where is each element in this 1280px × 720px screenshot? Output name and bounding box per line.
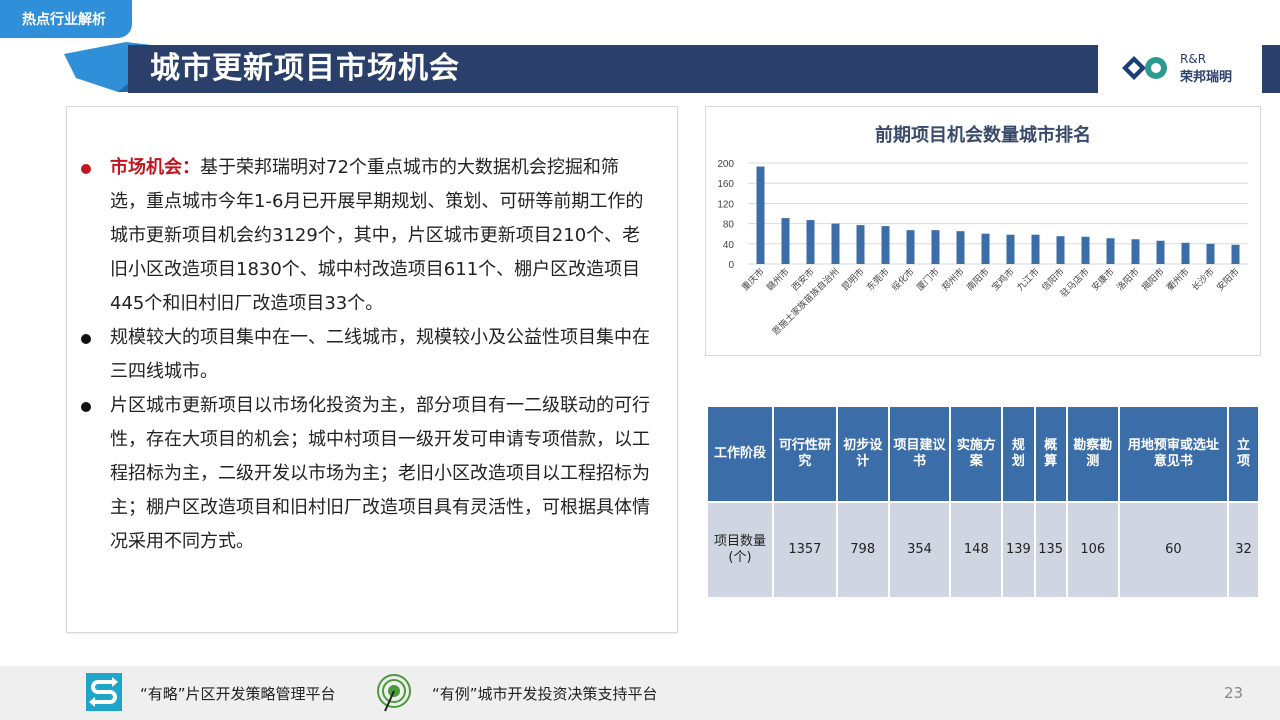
x-tick-label: 衢州市: [1164, 266, 1191, 293]
bullet-text: 规模较大的项目集中在一、二线城市，规模较小及公益性项目集中在三四线城市。: [110, 327, 650, 382]
bar-chart: 04080120160200重庆市赣州市西安市恩施土家族苗族自治州昆明市东莞市绥…: [717, 159, 1248, 337]
x-tick-label: 绥化市: [889, 266, 916, 293]
table-header-cell: 立项: [1229, 407, 1258, 501]
logo-text-cn: 荣邦瑞明: [1180, 70, 1233, 85]
table-header-cell: 规划: [1003, 407, 1034, 501]
bullet-list: 市场机会：基于荣邦瑞明对72个重点城市的大数据机会挖掘和筛选，重点城市今年1-6…: [81, 151, 651, 559]
bullet-scale-distribution: 规模较大的项目集中在一、二线城市，规模较小及公益性项目集中在三四线城市。: [81, 321, 651, 389]
table-header-cell: 可行性研究: [774, 407, 836, 501]
chart-bar: [956, 231, 965, 264]
x-tick-label: 赣州市: [764, 266, 791, 293]
youlue-platform-logo-icon: [86, 673, 122, 711]
x-tick-label: 昆明市: [839, 266, 866, 293]
page-title: 城市更新项目市场机会: [150, 51, 460, 86]
table-cell: 354: [889, 503, 950, 597]
table-cell: 60: [1119, 503, 1228, 597]
chart-bar: [1131, 239, 1140, 264]
chart-bar: [756, 166, 765, 264]
x-tick-label: 九江市: [1014, 266, 1041, 293]
bullet-market-opportunity: 市场机会：基于荣邦瑞明对72个重点城市的大数据机会挖掘和筛选，重点城市今年1-6…: [81, 151, 651, 321]
x-tick-label: 安康市: [1089, 266, 1116, 293]
chart-bar: [1056, 236, 1065, 264]
chart-bar: [1206, 243, 1215, 264]
section-tag: 热点行业解析: [0, 0, 132, 38]
table-cell: 148: [951, 503, 1002, 597]
chart-bar: [881, 226, 890, 264]
chart-bar: [981, 233, 990, 264]
chart-bar: [806, 220, 815, 264]
x-tick-label: 洛阳市: [1114, 266, 1141, 293]
slide: 热点行业解析 城市更新项目市场机会 R&R 荣邦瑞明 市场机会：基于荣邦瑞明对7…: [0, 0, 1280, 720]
bullet-dot-icon: [81, 334, 91, 344]
footer-platform-2: “有例”城市开发投资决策支持平台: [432, 685, 658, 703]
table-row-label-count: 项目数量(个): [708, 503, 772, 597]
table-header-row: 工作阶段 可行性研究 初步设计 项目建议书 实施方案 规划 概算 勘察勘测 用地预审或选址意见…: [708, 407, 1258, 501]
bullet-dot-icon: [81, 402, 91, 412]
project-stage-table: 工作阶段 可行性研究 初步设计 项目建议书 实施方案 规划 概算 勘察勘测 用地预审或选址意见…: [706, 405, 1260, 599]
bullet-investment-modes: 片区城市更新项目以市场化投资为主，部分项目有一二级联动的可行性，存在大项目的机会…: [81, 389, 651, 559]
logo-text-en: R&R: [1180, 52, 1207, 66]
chart-bar: [1006, 234, 1015, 264]
table-row: 项目数量(个) 1357 798 354 148 139 135 106 60 32: [708, 503, 1258, 597]
chart-bar: [856, 225, 865, 264]
y-tick-label: 200: [717, 159, 734, 170]
table-header-cell: 项目建议书: [889, 407, 950, 501]
y-tick-label: 80: [723, 220, 735, 231]
x-tick-label: 安阳市: [1214, 266, 1241, 293]
table-cell: 798: [837, 503, 888, 597]
bullet-dot-icon: [81, 164, 91, 174]
chart-bar: [906, 230, 915, 264]
table-cell: 106: [1067, 503, 1118, 597]
footer-platform-1: “有略”片区开发策略管理平台: [140, 685, 336, 703]
x-tick-label: 南阳市: [964, 266, 991, 293]
table-cell: 135: [1035, 503, 1066, 597]
x-tick-label: 郑州市: [939, 266, 966, 293]
y-tick-label: 120: [717, 199, 734, 210]
title-bar-end: [1262, 45, 1280, 93]
chart-panel: 前期项目机会数量城市排名 0 40 80 120 160 200 重庆市 赣州市 西安市 恩施土家…: [705, 106, 1261, 356]
chart-bar: [1081, 236, 1090, 264]
table-header-cell: 实施方案: [951, 407, 1002, 501]
y-tick-label: 40: [723, 240, 735, 251]
youli-platform-logo-icon: [377, 674, 411, 712]
x-tick-label: 揭阳市: [1139, 266, 1166, 293]
y-tick-label: 0: [728, 260, 734, 271]
chart-bar: [931, 230, 940, 264]
x-tick-label: 重庆市: [739, 266, 766, 293]
bullet-text: 基于荣邦瑞明对72个重点城市的大数据机会挖掘和筛选，重点城市今年1-6月已开展早…: [110, 157, 644, 314]
bullet-text: 片区城市更新项目以市场化投资为主，部分项目有一二级联动的可行性，存在大项目的机会…: [110, 395, 650, 552]
chart-bar: [1181, 242, 1190, 264]
chart-bar: [1156, 240, 1165, 264]
chart-bar: [781, 218, 790, 264]
table-header-cell: 用地预审或选址意见书: [1119, 407, 1228, 501]
x-tick-label: 厦门市: [914, 266, 941, 293]
chart-bar: [1031, 234, 1040, 264]
text-panel: 市场机会：基于荣邦瑞明对72个重点城市的大数据机会挖掘和筛选，重点城市今年1-6…: [66, 106, 678, 633]
y-tick-label: 160: [717, 179, 734, 190]
table-cell: 32: [1229, 503, 1258, 597]
x-tick-label: 长沙市: [1189, 266, 1216, 293]
chart-bar: [1106, 238, 1115, 264]
table-header-cell: 概算: [1035, 407, 1066, 501]
table-header-cell: 初步设计: [837, 407, 888, 501]
table-header-cell: 勘察勘测: [1067, 407, 1118, 501]
table-cell: 139: [1003, 503, 1034, 597]
x-tick-label: 宝鸡市: [989, 266, 1016, 293]
table-cell: 1357: [774, 503, 836, 597]
chart-bar: [831, 223, 840, 264]
table-row-label-stage: 工作阶段: [708, 407, 772, 501]
page-number: 23: [1224, 684, 1244, 702]
x-tick-label: 东莞市: [864, 266, 891, 293]
chart-bar: [1231, 244, 1240, 264]
bullet-highlight: 市场机会：: [110, 157, 200, 178]
